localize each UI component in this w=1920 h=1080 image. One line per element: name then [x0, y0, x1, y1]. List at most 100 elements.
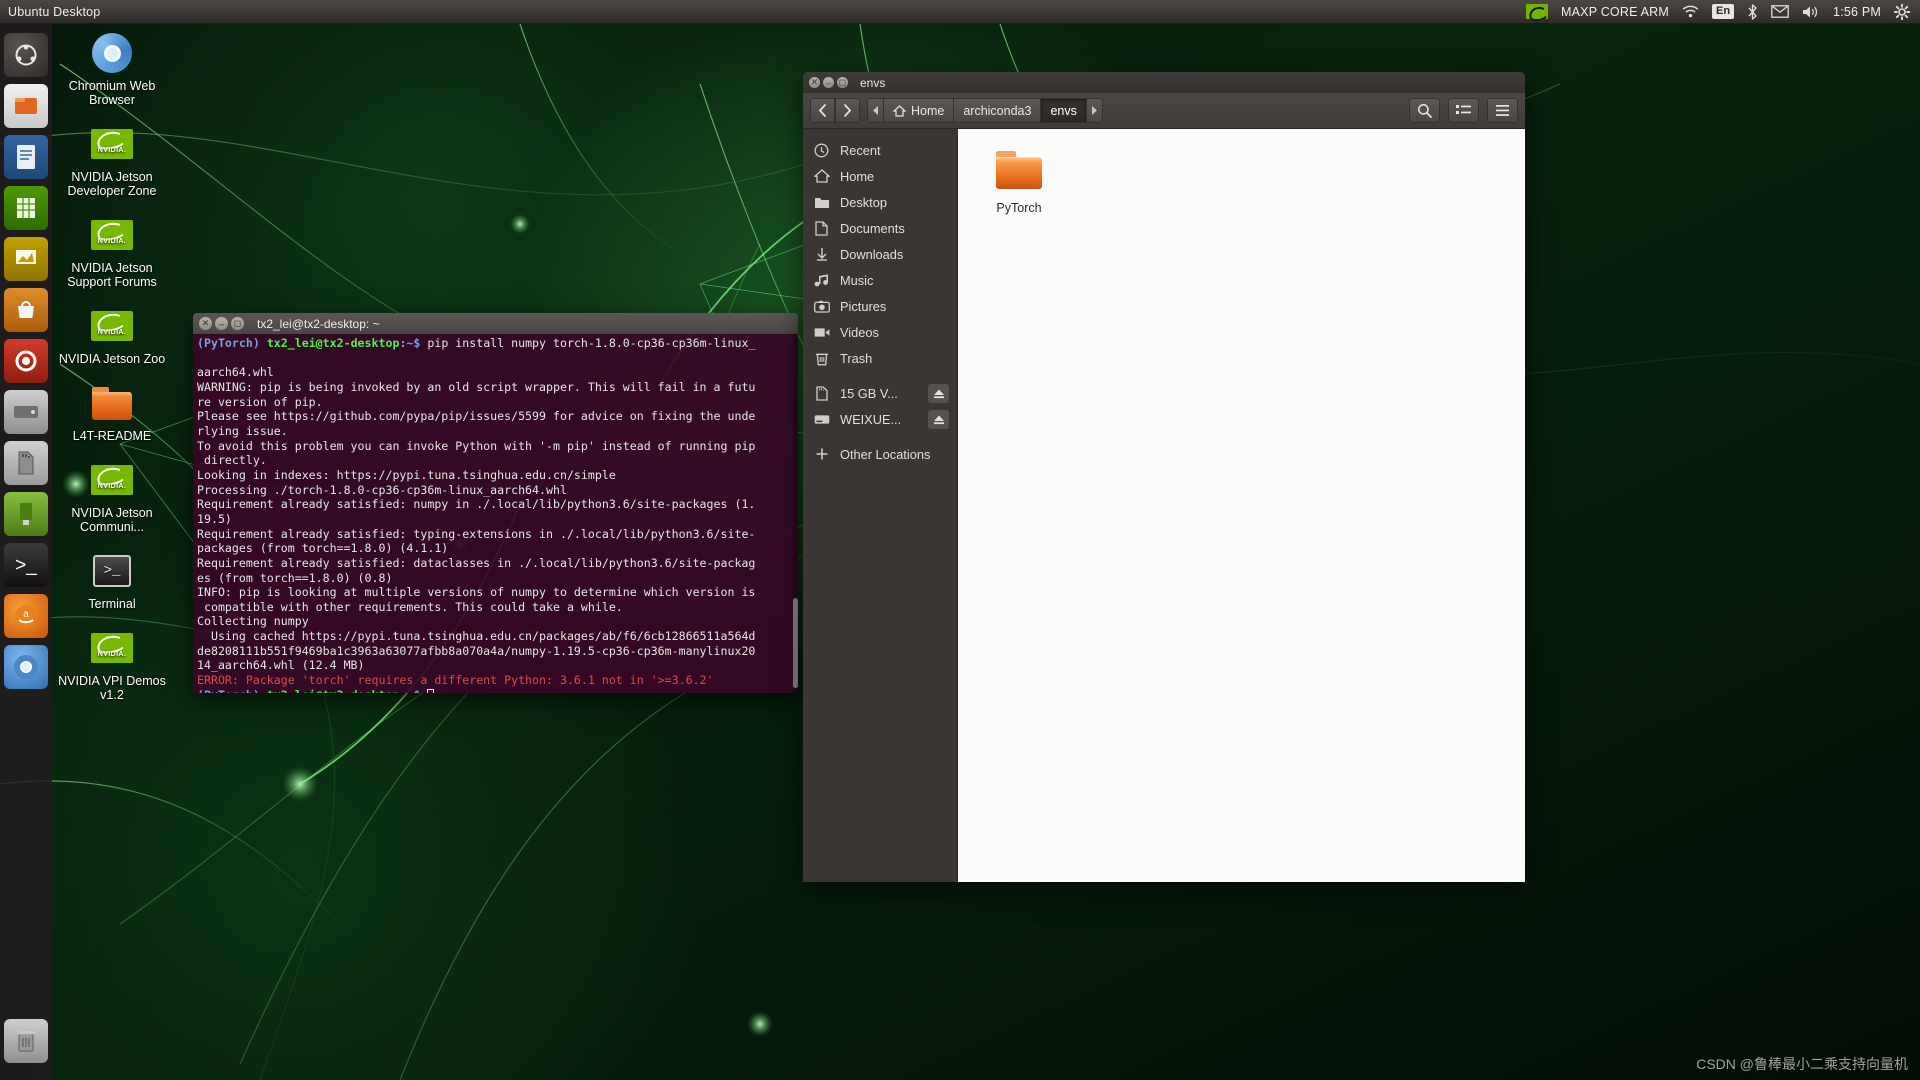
wifi-indicator[interactable]	[1682, 5, 1699, 18]
desktop-icon-terminal[interactable]: >_ Terminal	[56, 544, 168, 613]
terminal-prompt-user: tx2_lei@tx2-desktop	[266, 336, 400, 350]
sidebar-item-home[interactable]: Home	[803, 163, 957, 189]
terminal-window[interactable]: ✕ – ◻ tx2_lei@tx2-desktop: ~ (PyTorch) t…	[193, 313, 798, 693]
launcher-item-usb[interactable]	[4, 492, 48, 536]
launcher-item-help[interactable]	[4, 339, 48, 383]
unity-launcher: >_ a	[0, 24, 52, 1080]
terminal-maximize-button[interactable]: ◻	[231, 317, 244, 330]
launcher-item-writer[interactable]	[4, 135, 48, 179]
folder-icon	[58, 380, 166, 426]
launcher-item-amazon[interactable]: a	[4, 594, 48, 638]
nvidia-icon: NVIDIA.	[58, 121, 166, 167]
terminal-titlebar[interactable]: ✕ – ◻ tx2_lei@tx2-desktop: ~	[193, 313, 798, 334]
sidebar-item-volume-weixue[interactable]: WEIXUE...	[803, 406, 957, 432]
music-note-icon	[813, 272, 830, 289]
mail-indicator[interactable]	[1771, 5, 1789, 18]
desktop-icon-l4t-readme[interactable]: L4T-README	[56, 376, 168, 445]
view-options-button[interactable]	[1448, 98, 1479, 123]
gear-icon	[1894, 3, 1910, 20]
nvidia-icon: NVIDIA.	[58, 212, 166, 258]
file-manager-titlebar[interactable]: ✕ – ◻ envs	[803, 72, 1525, 93]
sidebar-item-label: Home	[840, 168, 875, 184]
clock-icon	[813, 142, 830, 159]
eject-icon	[933, 389, 944, 398]
files-minimize-button[interactable]: –	[823, 77, 834, 88]
files-close-button[interactable]: ✕	[809, 77, 820, 88]
terminal-close-button[interactable]: ✕	[199, 317, 212, 330]
desktop-icon-label: NVIDIA Jetson Support Forums	[67, 261, 157, 289]
launcher-item-chromium[interactable]	[4, 645, 48, 689]
launcher-item-files[interactable]	[4, 84, 48, 128]
back-button[interactable]	[810, 98, 835, 123]
launcher-item-sd-card[interactable]	[4, 441, 48, 485]
terminal-output: (PyTorch) tx2_lei@tx2-desktop:~$ pip ins…	[195, 336, 798, 693]
sidebar-item-downloads[interactable]: Downloads	[803, 241, 957, 267]
desktop-icon-label: L4T-README	[72, 429, 152, 443]
sidebar-item-music[interactable]: Music	[803, 267, 957, 293]
breadcrumb-item-envs[interactable]: envs	[1041, 98, 1087, 123]
keyboard-layout-indicator[interactable]: En	[1711, 4, 1735, 19]
system-menu-indicator[interactable]	[1894, 3, 1910, 20]
launcher-item-impress[interactable]	[4, 237, 48, 281]
desktop-icon-vpi-demos[interactable]: NVIDIA. NVIDIA VPI Demos v1.2	[56, 621, 168, 704]
launcher-item-trash[interactable]	[4, 1019, 48, 1063]
breadcrumb-scroll-left[interactable]	[867, 98, 884, 123]
forward-button[interactable]	[835, 98, 860, 123]
software-center-icon	[18, 301, 34, 318]
nvidia-indicator[interactable]	[1526, 4, 1549, 19]
terminal-minimize-button[interactable]: –	[215, 317, 228, 330]
search-button[interactable]	[1409, 98, 1440, 123]
sidebar-item-documents[interactable]: Documents	[803, 215, 957, 241]
launcher-item-calc[interactable]	[4, 186, 48, 230]
breadcrumb-scroll-right[interactable]	[1086, 98, 1103, 123]
desktop-icon-chromium[interactable]: Chromium Web Browser	[56, 26, 168, 109]
sidebar-item-other-locations[interactable]: Other Locations	[803, 441, 957, 467]
nvidia-icon: NVIDIA.	[58, 303, 166, 349]
terminal-cursor	[427, 688, 435, 693]
sidebar-item-trash[interactable]: Trash	[803, 345, 957, 371]
launcher-item-dash-home[interactable]	[4, 33, 48, 77]
watermark: CSDN @鲁棒最小二乘支持向量机	[1696, 1056, 1908, 1072]
file-manager-window[interactable]: ✕ – ◻ envs Home archiconda3 envs Recent …	[803, 72, 1525, 882]
file-manager-content-area[interactable]: PyTorch	[958, 129, 1525, 882]
sidebar-item-recent[interactable]: Recent	[803, 137, 957, 163]
clock[interactable]: 1:56 PM	[1833, 5, 1881, 19]
panel-title[interactable]: Ubuntu Desktop	[8, 5, 100, 19]
terminal-scrollbar-thumb[interactable]	[793, 598, 798, 688]
document-icon	[813, 220, 830, 237]
launcher-item-terminal[interactable]: >_	[4, 543, 48, 587]
sidebar-item-volume-15gb[interactable]: 15 GB V...	[803, 380, 957, 406]
file-item-pytorch[interactable]: PyTorch	[976, 143, 1062, 215]
desktop-icon-jetson-community[interactable]: NVIDIA. NVIDIA Jetson Communi...	[56, 453, 168, 536]
desktop-icon-jetson-support-forums[interactable]: NVIDIA. NVIDIA Jetson Support Forums	[56, 208, 168, 291]
top-panel: Ubuntu Desktop MAXP CORE ARM En 1:56 PM	[0, 0, 1920, 24]
sidebar-item-label: Documents	[840, 220, 905, 236]
breadcrumb-item-home[interactable]: Home	[884, 98, 955, 123]
lifesaver-icon	[15, 350, 37, 372]
sidebar-item-desktop[interactable]: Desktop	[803, 189, 957, 215]
svg-text:a: a	[23, 609, 29, 620]
launcher-item-ubuntu-software[interactable]	[4, 288, 48, 332]
breadcrumb-item-archiconda3[interactable]: archiconda3	[954, 98, 1042, 123]
nvidia-icon: NVIDIA.	[58, 625, 166, 671]
terminal-body[interactable]: (PyTorch) tx2_lei@tx2-desktop:~$ pip ins…	[193, 334, 798, 693]
nvidia-power-mode-label[interactable]: MAXP CORE ARM	[1561, 5, 1669, 19]
breadcrumb-label: envs	[1050, 103, 1077, 118]
file-item-label: PyTorch	[996, 201, 1042, 215]
desktop-icon-jetson-developer-zone[interactable]: NVIDIA. NVIDIA Jetson Developer Zone	[56, 117, 168, 200]
eject-button-15gb[interactable]	[928, 383, 949, 403]
eject-button-weixue[interactable]	[928, 409, 949, 429]
spreadsheet-icon	[17, 198, 35, 218]
chromium-icon	[58, 30, 166, 76]
menu-button[interactable]	[1487, 98, 1518, 123]
launcher-item-disk[interactable]	[4, 390, 48, 434]
desktop-icon-jetson-zoo[interactable]: NVIDIA. NVIDIA Jetson Zoo	[56, 299, 168, 368]
sidebar-item-pictures[interactable]: Pictures	[803, 293, 957, 319]
triangle-left-icon	[873, 106, 878, 115]
sidebar-item-videos[interactable]: Videos	[803, 319, 957, 345]
terminal-icon: >_	[58, 548, 166, 594]
files-maximize-button[interactable]: ◻	[837, 77, 848, 88]
bluetooth-indicator[interactable]	[1747, 3, 1758, 20]
volume-indicator[interactable]	[1802, 5, 1820, 19]
terminal-scrollbar[interactable]	[793, 334, 798, 693]
